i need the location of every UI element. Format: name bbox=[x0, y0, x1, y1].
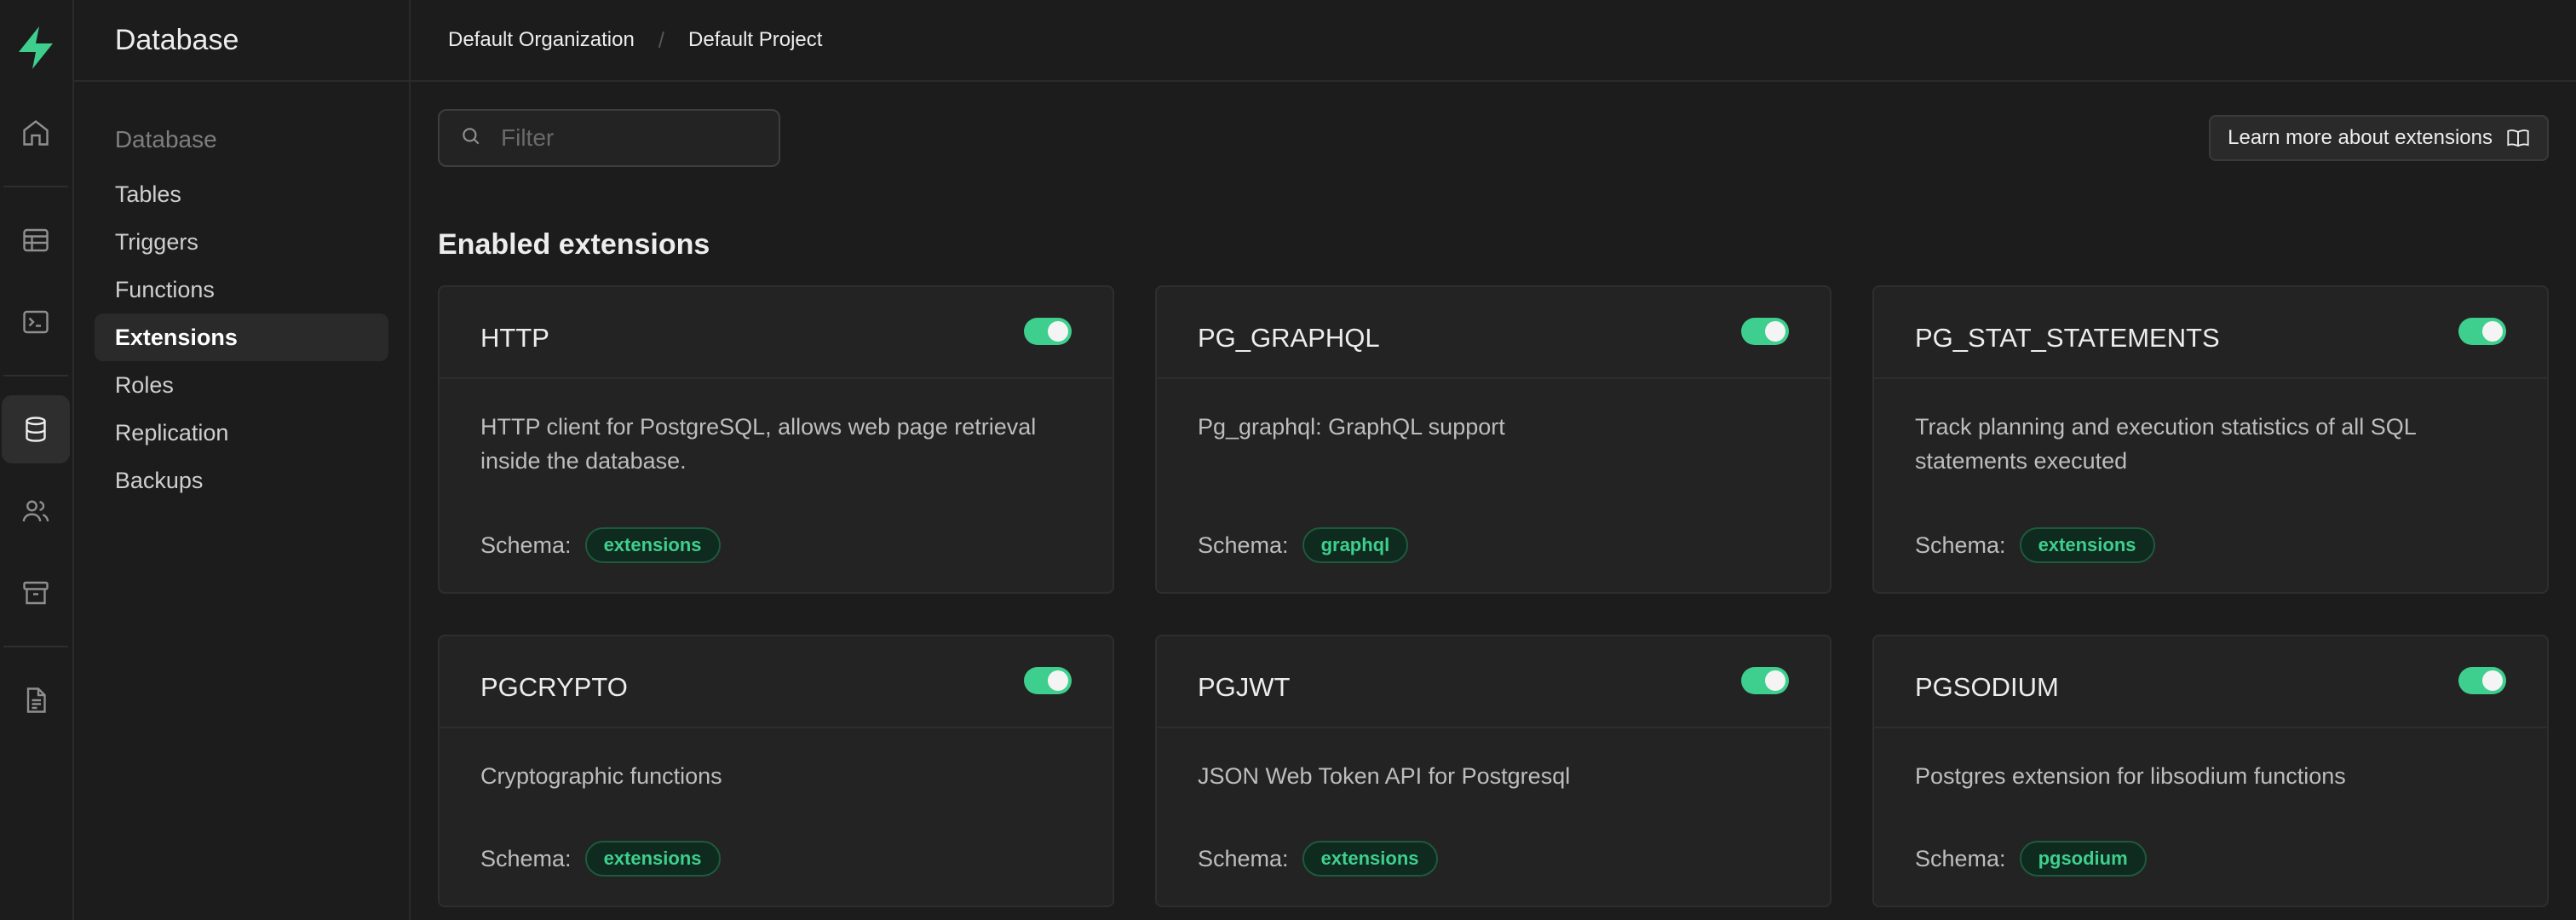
sidebar-item-replication[interactable]: Replication bbox=[95, 409, 388, 457]
card-header: PG_STAT_STATEMENTS bbox=[1874, 287, 2547, 379]
sidebar-title: Database bbox=[73, 0, 409, 82]
card-footer: Schema: pgsodium bbox=[1874, 834, 2547, 906]
rail-divider bbox=[3, 646, 69, 647]
extension-card-pg-graphql: PG_GRAPHQL Pg_graphql: GraphQL support S… bbox=[1155, 285, 1831, 594]
breadcrumb-project[interactable]: Default Project bbox=[688, 28, 822, 52]
extension-toggle[interactable] bbox=[2458, 667, 2506, 694]
sidebar-item-extensions[interactable]: Extensions bbox=[94, 313, 388, 361]
home-icon[interactable] bbox=[2, 99, 70, 167]
extension-toggle[interactable] bbox=[1741, 667, 1789, 694]
extensions-toolbar: Learn more about extensions bbox=[438, 109, 2549, 167]
extension-description: Pg_graphql: GraphQL support bbox=[1198, 414, 1505, 440]
extension-card-pgsodium: PGSODIUM Postgres extension for libsodiu… bbox=[1872, 635, 2549, 907]
book-open-icon bbox=[2506, 126, 2530, 150]
sidebar-item-tables[interactable]: Tables bbox=[95, 170, 388, 218]
breadcrumb-separator: / bbox=[658, 26, 665, 53]
extension-name: PG_GRAPHQL bbox=[1198, 323, 1380, 353]
app-root: Database Database Tables Triggers Functi… bbox=[0, 0, 2576, 920]
extension-toggle[interactable] bbox=[2458, 318, 2506, 345]
extension-card-pgcrypto: PGCRYPTO Cryptographic functions Schema:… bbox=[438, 635, 1114, 907]
sidebar-item-backups[interactable]: Backups bbox=[95, 457, 388, 504]
schema-label: Schema: bbox=[1198, 845, 1289, 871]
card-footer: Schema: extensions bbox=[440, 520, 1113, 592]
extension-card-http: HTTP HTTP client for PostgreSQL, allows … bbox=[438, 285, 1114, 594]
card-footer: Schema: extensions bbox=[440, 834, 1113, 906]
rail-divider bbox=[3, 375, 69, 377]
card-footer: Schema: extensions bbox=[1157, 834, 1830, 906]
supabase-logo-icon[interactable] bbox=[9, 20, 63, 75]
extension-toggle[interactable] bbox=[1741, 318, 1789, 345]
card-header: HTTP bbox=[440, 287, 1113, 379]
card-header: PGCRYPTO bbox=[440, 636, 1113, 728]
extension-description: HTTP client for PostgreSQL, allows web p… bbox=[480, 414, 1037, 474]
schema-badge: extensions bbox=[584, 841, 721, 877]
extension-description: JSON Web Token API for Postgresql bbox=[1198, 763, 1571, 789]
schema-label: Schema: bbox=[1915, 845, 2006, 871]
rail-divider bbox=[3, 186, 69, 187]
extension-description: Cryptographic functions bbox=[480, 763, 722, 789]
schema-badge: graphql bbox=[1302, 527, 1409, 563]
extension-name: PGJWT bbox=[1198, 672, 1291, 702]
docs-icon[interactable] bbox=[2, 666, 70, 734]
icon-rail bbox=[0, 0, 74, 920]
extension-description: Postgres extension for libsodium functio… bbox=[1915, 763, 2346, 789]
extension-card-pgjwt: PGJWT JSON Web Token API for Postgresql … bbox=[1155, 635, 1831, 907]
extension-card-pg-stat-statements: PG_STAT_STATEMENTS Track planning and ex… bbox=[1872, 285, 2549, 594]
sidebar-section: Database Tables Triggers Functions Exten… bbox=[74, 82, 409, 504]
schema-label: Schema: bbox=[1198, 532, 1289, 558]
sql-editor-icon[interactable] bbox=[2, 288, 70, 356]
filter-field[interactable] bbox=[438, 109, 780, 167]
search-icon bbox=[460, 125, 482, 152]
extension-toggle[interactable] bbox=[1024, 318, 1072, 345]
main-panel: Default Organization / Default Project L… bbox=[411, 0, 2576, 920]
table-editor-icon[interactable] bbox=[2, 206, 70, 274]
schema-badge: extensions bbox=[584, 527, 721, 563]
sidebar-section-title: Database bbox=[114, 126, 217, 152]
schema-label: Schema: bbox=[480, 532, 572, 558]
sidebar-item-triggers[interactable]: Triggers bbox=[95, 218, 388, 266]
learn-more-label: Learn more about extensions bbox=[2228, 126, 2493, 149]
schema-label: Schema: bbox=[1915, 532, 2006, 558]
sidebar-item-functions[interactable]: Functions bbox=[95, 266, 388, 313]
extension-name: PG_STAT_STATEMENTS bbox=[1915, 323, 2220, 353]
breadcrumb: Default Organization / Default Project bbox=[411, 0, 2576, 82]
breadcrumb-organization[interactable]: Default Organization bbox=[448, 28, 635, 52]
database-icon[interactable] bbox=[2, 395, 71, 463]
extensions-content: Learn more about extensions Enabled exte… bbox=[411, 82, 2576, 907]
users-icon[interactable] bbox=[2, 477, 70, 545]
filter-input[interactable] bbox=[501, 124, 773, 152]
card-header: PGSODIUM bbox=[1874, 636, 2547, 728]
card-header: PG_GRAPHQL bbox=[1157, 287, 1830, 379]
extension-name: PGCRYPTO bbox=[480, 672, 628, 702]
schema-label: Schema: bbox=[480, 845, 572, 871]
schema-badge: extensions bbox=[2019, 527, 2155, 563]
extensions-grid: HTTP HTTP client for PostgreSQL, allows … bbox=[438, 285, 2549, 907]
extension-name: HTTP bbox=[480, 323, 549, 353]
learn-more-extensions-button[interactable]: Learn more about extensions bbox=[2209, 115, 2549, 161]
extension-toggle[interactable] bbox=[1024, 667, 1072, 694]
storage-icon[interactable] bbox=[2, 559, 70, 627]
enabled-extensions-heading: Enabled extensions bbox=[438, 228, 710, 261]
sidebar-item-roles[interactable]: Roles bbox=[95, 361, 388, 409]
card-footer: Schema: graphql bbox=[1157, 520, 1830, 592]
schema-badge: pgsodium bbox=[2019, 841, 2147, 877]
extension-name: PGSODIUM bbox=[1915, 672, 2059, 702]
schema-badge: extensions bbox=[1302, 841, 1438, 877]
extension-description: Track planning and execution statistics … bbox=[1915, 414, 2416, 474]
card-header: PGJWT bbox=[1157, 636, 1830, 728]
database-sidebar: Database Database Tables Triggers Functi… bbox=[73, 0, 411, 920]
card-footer: Schema: extensions bbox=[1874, 520, 2547, 592]
